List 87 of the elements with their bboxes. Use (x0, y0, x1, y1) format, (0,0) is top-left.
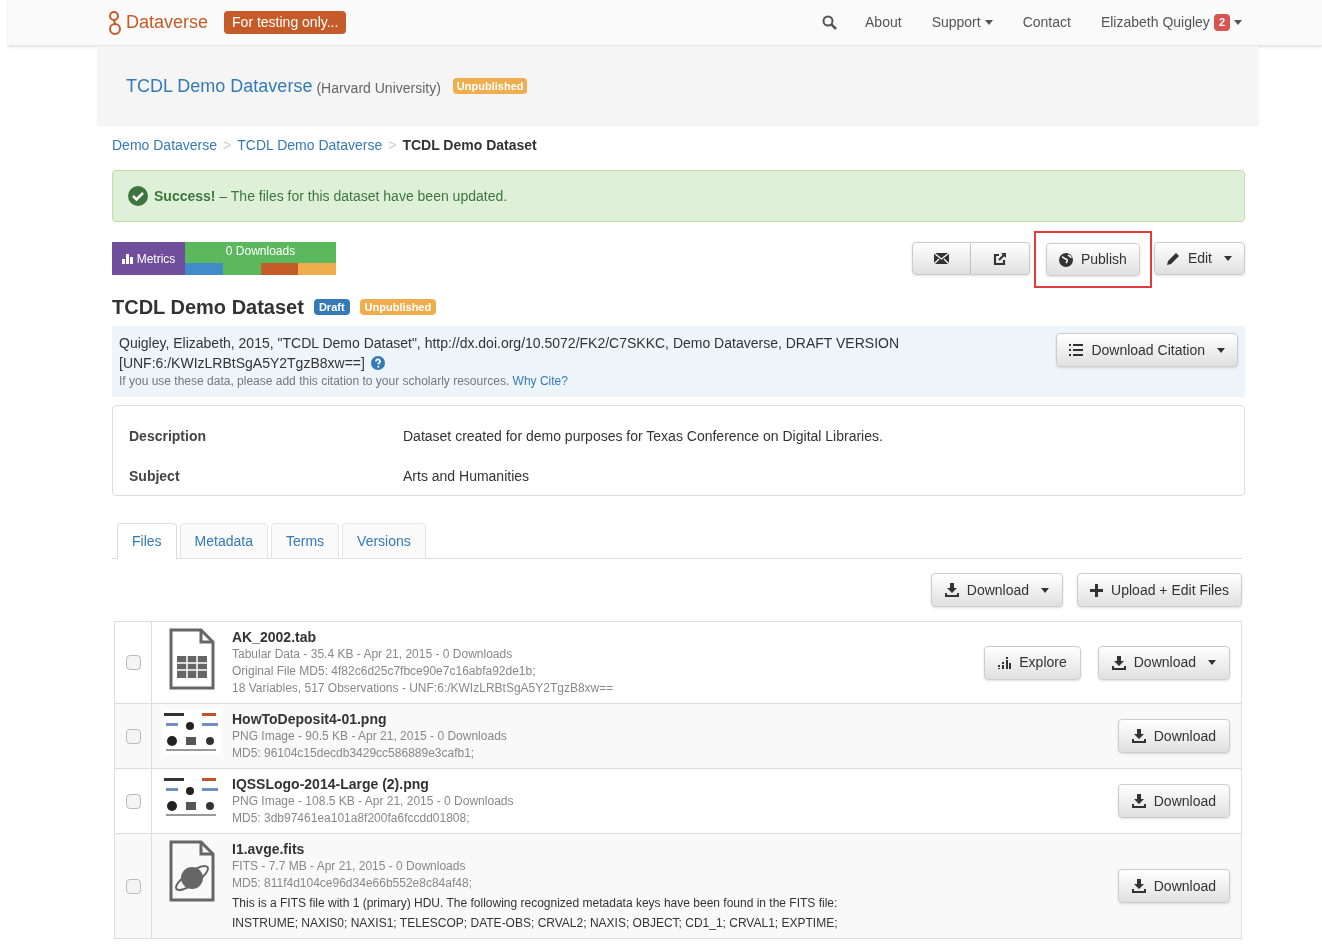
planet-file-icon (168, 840, 216, 902)
nav-link[interactable]: Support (931, 12, 993, 33)
testing-badge: For testing only... (224, 11, 347, 34)
breadcrumb-link[interactable]: TCDL Demo Dataverse (237, 134, 383, 156)
tab[interactable]: Versions (342, 523, 426, 559)
file-detail: MD5: 96104c15decdb3429cc586889e3cafb1; (232, 745, 476, 762)
upload-button[interactable]: Upload + Edit Files (1077, 573, 1242, 607)
chart-icon (998, 656, 1012, 669)
metadata-label: Description (129, 426, 207, 446)
caret-icon (1041, 587, 1050, 593)
caret-icon (1234, 20, 1242, 25)
email-button[interactable] (911, 242, 971, 275)
affiliation-text: (Harvard University) (316, 78, 441, 98)
row-checkbox[interactable] (125, 793, 141, 809)
caret-icon (1224, 256, 1232, 261)
download-icon (1131, 879, 1146, 893)
search-icon[interactable] (822, 15, 838, 30)
user-menu[interactable]: Elizabeth Quigley 2 (1100, 12, 1242, 33)
file-note: INSTRUME; NAXIS0; NAXIS1; TELESCOP; DATE-OBS; CRVAL2; NAXIS; OBJECT; CD1_1; CRVAL1; EXPTIME; (232, 915, 839, 932)
metadata-label: Subject (129, 466, 181, 486)
globe-icon (1058, 252, 1073, 267)
download-button[interactable]: Download (1117, 869, 1230, 903)
logo-icon (108, 9, 122, 36)
notification-count: 2 (1213, 14, 1230, 31)
row-checkbox[interactable] (125, 655, 141, 670)
metadata-value: Arts and Humanities (403, 466, 530, 486)
nav-link[interactable]: About (865, 12, 902, 33)
download-citation-button[interactable]: Download Citation (1056, 333, 1238, 367)
breadcrumb-link[interactable]: TCDL Demo Dataset (402, 134, 537, 156)
tab[interactable]: Files (117, 523, 177, 560)
download-icon (1111, 655, 1126, 670)
file-detail: MD5: 3db97461ea101a8f200fa6fccdd01808; (232, 810, 471, 827)
download-button[interactable]: Download (1117, 719, 1230, 753)
file-detail: PNG Image - 108.5 KB - Apr 21, 2015 - 0 Downloads (232, 793, 515, 810)
download-icon (1131, 794, 1146, 808)
metadata-value: Dataset created for demo purposes for Texas Conference on Digital Libraries. (403, 426, 883, 446)
file-detail: Original File MD5: 4f82c6d25c7fbce90e7c16abfa92de1b; (232, 663, 537, 680)
file-name[interactable]: AK_2002.tab (232, 628, 985, 646)
status-badge: Unpublished (452, 77, 528, 95)
publish-button[interactable]: Publish (1045, 243, 1140, 276)
download-button[interactable]: Download (1097, 645, 1230, 680)
file-detail: FITS - 7.7 MB - Apr 21, 2015 - 0 Downloads (232, 858, 467, 875)
why-cite-link[interactable]: Why Cite? (512, 374, 568, 388)
download-button[interactable]: Download (1117, 784, 1230, 818)
file-detail: MD5: 811f4d104ce96d34e66b552e8c84af48; (232, 875, 473, 892)
nav-link[interactable]: Contact (1022, 12, 1071, 33)
file-name[interactable]: I1.avge.fits (232, 840, 1118, 858)
breadcrumb-separator: > (223, 135, 232, 155)
downloads-meter: 0 Downloads (185, 242, 336, 275)
share-button[interactable] (970, 242, 1030, 275)
envelope-icon (933, 253, 949, 264)
citation-note: If you use these data, please add this citation to your scholarly resources. Why Cite? (119, 373, 569, 389)
tab[interactable]: Metadata (179, 523, 268, 559)
tab[interactable]: Terms (270, 523, 340, 559)
list-icon (1069, 344, 1084, 356)
caret-icon (1217, 347, 1225, 353)
citation-text: Quigley, Elizabeth, 2015, "TCDL Demo Dataset", http://dx.doi.org/10.5072/FK2/C7SKKC, Demo Dataverse, DRAFT VERSION (119, 334, 901, 353)
breadcrumb-separator: > (388, 135, 397, 155)
check-circle-icon (128, 186, 148, 206)
breadcrumb-link[interactable]: Demo Dataverse (112, 134, 218, 156)
download-icon (944, 583, 959, 597)
status-badge: Unpublished (359, 298, 437, 316)
download-button[interactable]: Download (930, 573, 1064, 607)
help-icon[interactable] (370, 356, 385, 370)
bar-chart-icon (121, 253, 133, 264)
file-name[interactable]: HowToDeposit4-01.png (232, 710, 1118, 728)
share-icon (992, 251, 1007, 266)
file-detail: PNG Image - 90.5 KB - Apr 21, 2015 - 0 Downloads (232, 728, 508, 745)
file-detail: 18 Variables, 517 Observations - UNF:6:/KWIzLRBtSgA5Y2TgzB8xw== (232, 680, 615, 697)
metrics-label: Metrics (112, 242, 185, 275)
brand-link[interactable]: Dataverse (126, 9, 209, 36)
file-note: This is a FITS file with 1 (primary) HDU. The following recognized metadata keys have been found in the FITS file: (232, 895, 839, 912)
plus-icon (1090, 583, 1104, 597)
edit-button[interactable]: Edit (1153, 242, 1245, 275)
explore-button[interactable]: Explore (984, 645, 1081, 680)
spreadsheet-file-icon (168, 628, 216, 690)
dataset-title: TCDL Demo Dataset (112, 295, 304, 320)
dataverse-title[interactable]: TCDL Demo Dataverse (126, 72, 313, 100)
file-name[interactable]: IQSSLogo-2014-Large (2).png (232, 775, 1118, 793)
file-detail: Tabular Data - 35.4 KB - Apr 21, 2015 - 0 Downloads (232, 646, 514, 663)
status-badge: Draft (313, 298, 350, 316)
unf-text: [UNF:6:/KWIzLRBtSgA5Y2TgzB8xw==] (119, 354, 365, 373)
alert-message: Success! – The files for this dataset have been updated. (154, 186, 508, 206)
pencil-icon (1166, 252, 1180, 265)
row-checkbox[interactable] (125, 728, 141, 744)
row-checkbox[interactable] (125, 878, 141, 894)
download-icon (1131, 729, 1146, 743)
